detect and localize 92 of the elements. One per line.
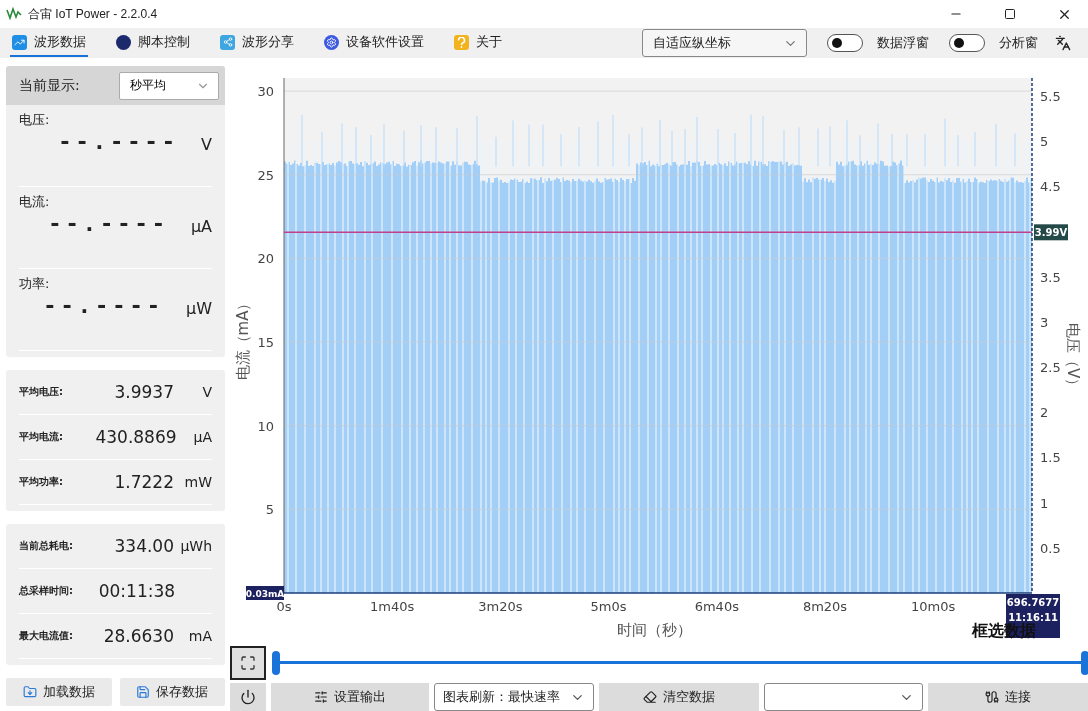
stat-label: 平均电压: xyxy=(19,385,64,399)
axis-tick-label: 4.5 xyxy=(1040,179,1061,195)
reading-unit: μA xyxy=(190,217,212,236)
axis-tick-label: 25 xyxy=(257,167,274,183)
axis-tick-label: 6m40s xyxy=(694,599,739,614)
reading-label: 电压: xyxy=(19,111,51,129)
stat-label: 最大电流值: xyxy=(19,629,74,643)
stat-unit: mA xyxy=(187,628,212,644)
cable-icon xyxy=(985,690,999,704)
reading-unit: V xyxy=(201,135,212,154)
axis-tick-label: 30 xyxy=(257,84,274,100)
axis-tick-label: 5 xyxy=(265,502,274,518)
nav-tab[interactable]: 关于 xyxy=(452,29,504,57)
toggle-switch[interactable] xyxy=(949,34,985,52)
toggle-label: 分析窗 xyxy=(999,34,1038,52)
reading-value: --.---- xyxy=(58,129,180,154)
axis-tick-label: 1 xyxy=(1040,495,1049,511)
stat-unit: μWh xyxy=(179,538,212,554)
reading-label: 功率: xyxy=(19,275,51,293)
stat-value: 3.9937 xyxy=(113,382,174,402)
sliders-icon xyxy=(314,690,328,704)
stat-unit: V xyxy=(201,384,212,400)
nav-tab[interactable]: 波形分享 xyxy=(218,29,296,57)
stat-label: 平均功率: xyxy=(19,475,64,489)
axis-tick-label: 5m0s xyxy=(590,599,627,614)
reading-unit: μW xyxy=(186,299,212,318)
axis-tick-label: 3 xyxy=(1040,314,1049,330)
voltage-value-label: 3.99V xyxy=(1034,224,1068,241)
axis-tick-label: 1.5 xyxy=(1040,450,1061,466)
app-logo-icon xyxy=(6,7,22,21)
output-settings-button[interactable]: 设置输出 xyxy=(271,683,429,711)
axis-tick-label: 8m20s xyxy=(802,599,848,614)
power-button[interactable] xyxy=(230,683,266,711)
folder-icon xyxy=(22,685,37,699)
help-icon xyxy=(454,34,469,50)
settings-icon xyxy=(324,34,339,50)
power-icon xyxy=(240,689,256,705)
maximize-icon xyxy=(1004,8,1016,20)
stat-value: 28.6630 xyxy=(102,626,174,646)
save-data-button[interactable]: 保存数据 xyxy=(119,678,225,706)
stat-label: 当前总耗电: xyxy=(19,539,74,553)
reading-label: 电流: xyxy=(19,193,51,211)
display-mode-select[interactable]: 秒平均 xyxy=(119,71,219,100)
axis-tick-label: 5.5 xyxy=(1040,88,1061,104)
stat-value: 430.8869 xyxy=(95,427,177,447)
axis-tick-label: 2.5 xyxy=(1040,360,1061,375)
translate-icon xyxy=(1055,35,1071,51)
port-select[interactable] xyxy=(764,683,923,711)
stat-label: 总采样时间: xyxy=(19,584,74,598)
clear-data-button[interactable]: 清空数据 xyxy=(599,683,759,711)
window-title: 合宙 IoT Power - 2.2.0.4 xyxy=(28,5,159,23)
toggle-label: 数据浮窗 xyxy=(877,34,929,52)
nav-tab[interactable]: 波形数据 xyxy=(10,29,88,57)
stat-value: 00:11:38 xyxy=(98,581,176,601)
display-label: 当前显示: xyxy=(19,76,80,95)
axis-tick-label: 3m20s xyxy=(478,599,523,614)
nav-tab[interactable]: 设备软件设置 xyxy=(322,29,426,57)
axis-title: 时间（秒） xyxy=(616,621,692,639)
axis-tick-label: 5 xyxy=(1040,134,1049,149)
axis-tick-label: 20 xyxy=(257,251,274,267)
chart-icon xyxy=(12,34,27,50)
axis-title: 电流（mA） xyxy=(234,295,252,381)
axis-tick-label: 2 xyxy=(1040,405,1049,421)
nav-tab[interactable]: 脚本控制 xyxy=(114,29,192,57)
min-value-label: 0.03mA xyxy=(245,586,285,600)
dot-icon xyxy=(116,34,131,50)
axis-tick-label: 0s xyxy=(276,599,292,614)
stat-unit: mW xyxy=(183,474,212,490)
axis-tick-label: 1m40s xyxy=(370,599,415,614)
slider-handle[interactable] xyxy=(1081,651,1088,675)
axis-tick-label: 10 xyxy=(257,418,274,434)
axis-tick-label: 3.5 xyxy=(1040,269,1061,285)
eraser-icon xyxy=(643,690,657,704)
stat-unit: μA xyxy=(192,429,212,445)
connect-button[interactable]: 连接 xyxy=(928,683,1088,711)
axis-tick-label: 15 xyxy=(257,335,274,351)
stat-value: 334.00 xyxy=(113,536,174,556)
toggle-switch[interactable] xyxy=(827,34,863,52)
save-icon xyxy=(136,685,151,699)
reading-value: --.---- xyxy=(48,211,169,236)
refresh-rate-select[interactable]: 图表刷新：最快速率 xyxy=(434,683,594,711)
axis-title: 电压（V） xyxy=(1064,322,1082,394)
axis-mode-select[interactable]: 自适应纵坐标 xyxy=(642,29,807,57)
fullscreen-icon xyxy=(240,655,256,671)
reading-value: --.---- xyxy=(43,293,164,318)
axis-tick-label: 0.5 xyxy=(1040,540,1061,556)
stat-label: 平均电流: xyxy=(19,430,64,444)
stat-value: 1.7222 xyxy=(113,472,174,492)
fullscreen-button[interactable] xyxy=(230,646,266,680)
axis-tick-label: 10m0s xyxy=(911,599,956,614)
load-data-button[interactable]: 加载数据 xyxy=(6,678,112,706)
slider-handle[interactable] xyxy=(272,651,280,675)
